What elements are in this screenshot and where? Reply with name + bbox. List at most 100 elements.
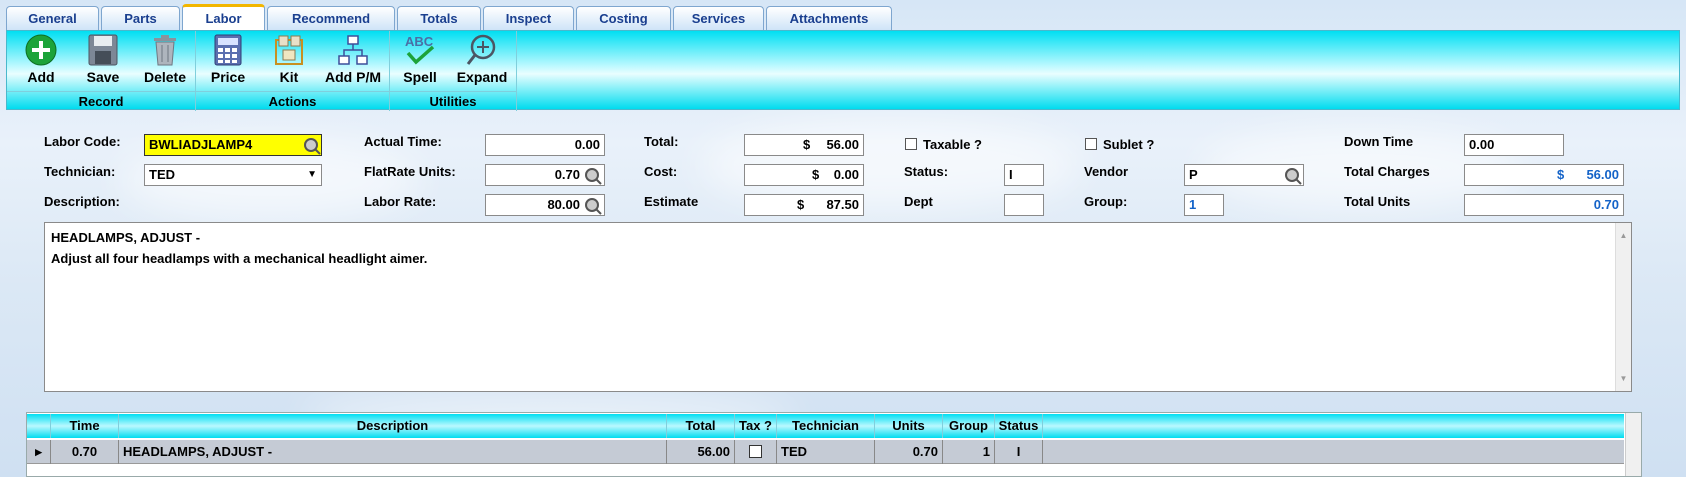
tab-services[interactable]: Services bbox=[673, 6, 764, 30]
technician-select[interactable]: TED ▼ bbox=[144, 164, 322, 186]
dept-field[interactable] bbox=[1004, 194, 1044, 216]
grid-header-group[interactable]: Group bbox=[943, 414, 995, 438]
total-units-field: 0.70 bbox=[1464, 194, 1624, 216]
row-tax-cell bbox=[735, 440, 777, 464]
labor-code-field[interactable]: BWLIADJLAMP4 bbox=[144, 134, 322, 156]
dept-label: Dept bbox=[904, 194, 933, 209]
flatrate-lookup-icon[interactable] bbox=[584, 167, 602, 185]
labor-code-label: Labor Code: bbox=[44, 134, 121, 149]
expand-button[interactable]: Expand bbox=[456, 33, 508, 89]
scroll-up-icon[interactable]: ▲ bbox=[1616, 225, 1631, 246]
labor-rate-label: Labor Rate: bbox=[364, 194, 437, 209]
tab-recommend[interactable]: Recommend bbox=[267, 6, 395, 30]
row-selector-arrow-icon: ▸ bbox=[27, 440, 51, 464]
status-label: Status: bbox=[904, 164, 949, 179]
row-tax-checkbox[interactable] bbox=[749, 445, 762, 458]
grid-header-time[interactable]: Time bbox=[51, 414, 119, 438]
add-icon bbox=[24, 33, 58, 67]
labor-form: Labor Code: BWLIADJLAMP4 Technician: TED… bbox=[0, 110, 1686, 220]
actual-time-label: Actual Time: bbox=[364, 134, 442, 149]
grid-header-total[interactable]: Total bbox=[667, 414, 735, 438]
group-label: Group: bbox=[1084, 194, 1128, 209]
svg-text:ABC: ABC bbox=[405, 34, 434, 49]
down-time-label: Down Time bbox=[1344, 134, 1414, 149]
grid-header-technician[interactable]: Technician bbox=[777, 414, 875, 438]
tab-general[interactable]: General bbox=[6, 6, 99, 30]
flatrate-units-label: FlatRate Units: bbox=[364, 164, 456, 179]
estimate-label: Estimate bbox=[644, 194, 699, 209]
tab-costing[interactable]: Costing bbox=[576, 6, 671, 30]
labor-grid: Time Description Total Tax ? Technician … bbox=[26, 412, 1642, 477]
ribbon-toolbar: Add Save Delete Record Price Kit Add P/M… bbox=[6, 30, 1680, 111]
tab-parts[interactable]: Parts bbox=[101, 6, 180, 30]
spell-button[interactable]: ABC Spell bbox=[400, 33, 440, 89]
tab-inspect[interactable]: Inspect bbox=[483, 6, 574, 30]
total-units-label: Total Units bbox=[1344, 194, 1411, 209]
ribbon-group-record: Add Save Delete Record bbox=[7, 31, 196, 111]
cost-label: Cost: bbox=[644, 164, 678, 179]
row-status: I bbox=[995, 440, 1043, 464]
row-technician: TED bbox=[777, 440, 875, 464]
row-group: 1 bbox=[943, 440, 995, 464]
scroll-down-icon[interactable]: ▼ bbox=[1616, 368, 1631, 389]
actual-time-field[interactable]: 0.00 bbox=[485, 134, 605, 156]
vendor-lookup-icon[interactable] bbox=[1284, 167, 1302, 185]
description-textarea[interactable]: HEADLAMPS, ADJUST - Adjust all four head… bbox=[44, 222, 1632, 392]
sublet-label: Sublet ? bbox=[1103, 137, 1155, 152]
grid-header-units[interactable]: Units bbox=[875, 414, 943, 438]
row-units: 0.70 bbox=[875, 440, 943, 464]
save-button[interactable]: Save bbox=[83, 33, 123, 89]
grid-header-tax[interactable]: Tax ? bbox=[735, 414, 777, 438]
ribbon-group-actions: Price Kit Add P/M Actions bbox=[196, 31, 390, 111]
kit-button[interactable]: Kit bbox=[272, 33, 306, 89]
description-line-1: HEADLAMPS, ADJUST - bbox=[51, 230, 201, 245]
labor-rate-lookup-icon[interactable] bbox=[584, 197, 602, 215]
delete-button[interactable]: Delete bbox=[141, 33, 189, 89]
ribbon-group-label-actions: Actions bbox=[196, 91, 389, 111]
row-time: 0.70 bbox=[51, 440, 119, 464]
add-button[interactable]: Add bbox=[21, 33, 61, 89]
description-line-2: Adjust all four headlamps with a mechani… bbox=[51, 251, 428, 266]
tab-totals[interactable]: Totals bbox=[397, 6, 481, 30]
description-scrollbar[interactable]: ▲ ▼ bbox=[1615, 223, 1631, 391]
hierarchy-icon bbox=[336, 33, 370, 67]
grid-header-status[interactable]: Status bbox=[995, 414, 1043, 438]
ribbon-group-utilities: ABC Spell Expand Utilities bbox=[390, 31, 517, 111]
cost-field[interactable]: $0.00 bbox=[744, 164, 864, 186]
total-charges-field: $56.00 bbox=[1464, 164, 1624, 186]
down-time-field[interactable]: 0.00 bbox=[1464, 134, 1564, 156]
tab-attachments[interactable]: Attachments bbox=[766, 6, 892, 30]
sublet-checkbox[interactable] bbox=[1085, 138, 1097, 150]
grid-scrollbar[interactable] bbox=[1625, 413, 1641, 476]
ribbon-group-label-utilities: Utilities bbox=[390, 91, 516, 111]
lookup-magnifier-icon[interactable] bbox=[303, 137, 321, 155]
vendor-label: Vendor bbox=[1084, 164, 1129, 179]
trash-icon bbox=[148, 33, 182, 67]
taxable-checkbox[interactable] bbox=[905, 138, 917, 150]
group-field[interactable]: 1 bbox=[1184, 194, 1224, 216]
table-row[interactable]: ▸ 0.70 HEADLAMPS, ADJUST - 56.00 TED 0.7… bbox=[27, 440, 1624, 464]
floppy-disk-icon bbox=[86, 33, 120, 67]
grid-header: Time Description Total Tax ? Technician … bbox=[27, 414, 1624, 438]
grid-header-description[interactable]: Description bbox=[119, 414, 667, 438]
tab-bar: General Parts Labor Recommend Totals Ins… bbox=[6, 4, 894, 30]
kit-box-icon bbox=[272, 33, 306, 67]
zoom-in-icon bbox=[465, 33, 499, 67]
price-button[interactable]: Price bbox=[208, 33, 248, 89]
technician-label: Technician: bbox=[44, 164, 116, 179]
row-total: 56.00 bbox=[667, 440, 735, 464]
spellcheck-icon: ABC bbox=[403, 33, 437, 67]
description-label: Description: bbox=[44, 194, 120, 209]
add-pm-button[interactable]: Add P/M bbox=[322, 33, 384, 89]
row-description: HEADLAMPS, ADJUST - bbox=[119, 440, 667, 464]
grid-header-indicator bbox=[27, 414, 51, 438]
ribbon-group-label-record: Record bbox=[7, 91, 195, 111]
taxable-label: Taxable ? bbox=[923, 137, 983, 152]
status-field[interactable]: I bbox=[1004, 164, 1044, 186]
total-label: Total: bbox=[644, 134, 679, 149]
calculator-icon bbox=[211, 33, 245, 67]
total-charges-label: Total Charges bbox=[1344, 164, 1430, 179]
chevron-down-icon: ▼ bbox=[307, 169, 317, 180]
tab-labor[interactable]: Labor bbox=[182, 4, 265, 30]
estimate-field[interactable]: $87.50 bbox=[744, 194, 864, 216]
